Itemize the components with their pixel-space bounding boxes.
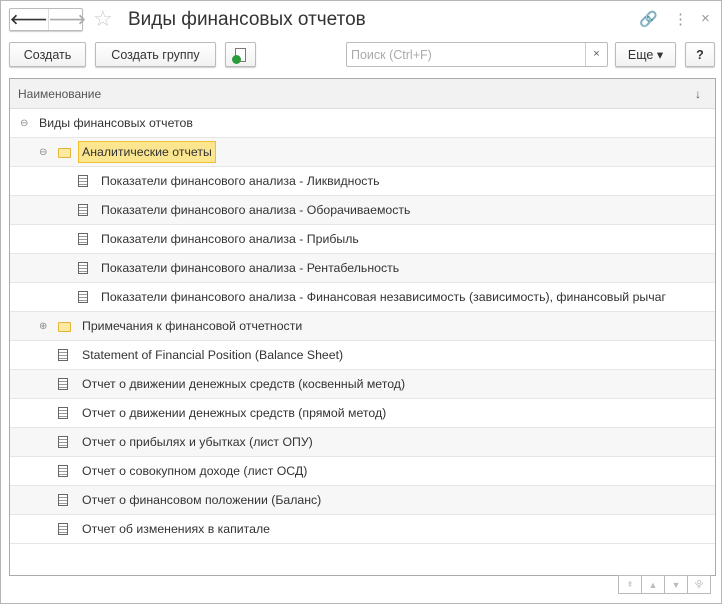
forward-button[interactable]: 🡒 xyxy=(47,9,86,30)
report-document-icon xyxy=(78,291,88,303)
row-label: Отчет о движении денежных средств (прямо… xyxy=(82,406,387,420)
tree-row[interactable]: Показатели финансового анализа - Финансо… xyxy=(10,283,715,312)
row-label: Показатели финансового анализа - Прибыль xyxy=(101,232,359,246)
row-label: Statement of Financial Position (Balance… xyxy=(82,348,344,362)
row-label: Отчет о совокупном доходе (лист ОСД) xyxy=(82,464,308,478)
more-button[interactable]: Еще ▾ xyxy=(615,42,676,67)
search-placeholder[interactable]: Поиск (Ctrl+F) xyxy=(347,43,585,66)
new-document-icon xyxy=(232,47,246,64)
tree-row[interactable]: ⊕ Примечания к финансовой отчетности xyxy=(10,312,715,341)
tree-row[interactable]: Statement of Financial Position (Balance… xyxy=(10,341,715,370)
tree-row[interactable]: Показатели финансового анализа - Оборачи… xyxy=(10,196,715,225)
scroll-first-button[interactable]: ⯒ xyxy=(618,575,642,594)
report-document-icon xyxy=(78,175,88,187)
tree-row[interactable]: Отчет об изменениях в капитале xyxy=(10,515,715,544)
sort-icon[interactable]: ↓ xyxy=(695,87,701,101)
more-actions-icon[interactable]: ⋮ xyxy=(673,10,688,28)
expand-icon[interactable]: ⊕ xyxy=(39,321,47,332)
scroll-up-button[interactable]: ▲ xyxy=(641,575,665,594)
report-document-icon xyxy=(58,494,68,506)
row-label: Отчет об изменениях в капитале xyxy=(82,522,271,536)
row-label: Показатели финансового анализа - Ликвидн… xyxy=(101,174,380,188)
tree-row[interactable]: ⊖ Виды финансовых отчетов xyxy=(10,109,715,138)
tree-row[interactable]: Показатели финансового анализа - Ликвидн… xyxy=(10,167,715,196)
column-header[interactable]: Наименование ↓ xyxy=(10,79,715,109)
report-document-icon xyxy=(58,349,68,361)
row-label: Отчет о прибылях и убытках (лист ОПУ) xyxy=(82,435,313,449)
tree-row[interactable]: Отчет о движении денежных средств (прямо… xyxy=(10,399,715,428)
page-title: Виды финансовых отчетов xyxy=(128,9,366,30)
row-label: Аналитические отчеты xyxy=(78,141,216,163)
reports-tree-table: Наименование ↓ ⊖ Виды финансовых отчетов ⊖… xyxy=(9,78,716,576)
tree-row[interactable]: Отчет о совокупном доходе (лист ОСД) xyxy=(10,457,715,486)
report-document-icon xyxy=(58,407,68,419)
report-document-icon xyxy=(58,523,68,535)
help-button[interactable]: ? xyxy=(685,42,715,67)
search-input[interactable]: Поиск (Ctrl+F) × xyxy=(346,42,608,67)
pager: ⯒ ▲ ▼ ⯓ xyxy=(618,575,711,594)
report-document-icon xyxy=(58,378,68,390)
window: 🡐 🡒 ☆ Виды финансовых отчетов 🔗 ⋮ × Созд… xyxy=(0,0,722,604)
row-label: Отчет о движении денежных средств (косве… xyxy=(82,377,406,391)
row-label: Показатели финансового анализа - Рентабе… xyxy=(101,261,400,275)
row-label: Виды финансовых отчетов xyxy=(39,116,193,130)
tree-row[interactable]: Отчет о движении денежных средств (косве… xyxy=(10,370,715,399)
search-clear-button[interactable]: × xyxy=(585,43,607,66)
folder-icon xyxy=(58,322,71,332)
collapse-icon[interactable]: ⊖ xyxy=(39,147,47,158)
create-button[interactable]: Создать xyxy=(9,42,86,67)
collapse-icon[interactable]: ⊖ xyxy=(20,118,28,129)
tree-row[interactable]: Показатели финансового анализа - Рентабе… xyxy=(10,254,715,283)
tree-row[interactable]: Показатели финансового анализа - Прибыль xyxy=(10,225,715,254)
report-document-icon xyxy=(58,436,68,448)
link-icon[interactable]: 🔗 xyxy=(639,10,658,28)
tree-row[interactable]: ⊖ Аналитические отчеты xyxy=(10,138,715,167)
column-name-label: Наименование xyxy=(18,86,102,101)
report-document-icon xyxy=(78,233,88,245)
tree-row[interactable]: Отчет о прибылях и убытках (лист ОПУ) xyxy=(10,428,715,457)
scroll-last-button[interactable]: ⯓ xyxy=(687,575,711,594)
row-label: Показатели финансового анализа - Оборачи… xyxy=(101,203,411,217)
report-document-icon xyxy=(58,465,68,477)
close-icon[interactable]: × xyxy=(701,10,710,27)
nav-buttons: 🡐 🡒 xyxy=(9,8,86,31)
row-label: Показатели финансового анализа - Финансо… xyxy=(101,290,666,304)
row-label: Примечания к финансовой отчетности xyxy=(82,319,303,333)
tree-row[interactable]: Отчет о финансовом положении (Баланс) xyxy=(10,486,715,515)
row-label: Отчет о финансовом положении (Баланс) xyxy=(82,493,322,507)
add-copy-button[interactable] xyxy=(225,42,256,67)
create-group-button[interactable]: Создать группу xyxy=(95,42,216,67)
scroll-down-button[interactable]: ▼ xyxy=(664,575,688,594)
back-button[interactable]: 🡐 xyxy=(10,9,48,30)
report-document-icon xyxy=(78,262,88,274)
favorite-star-icon[interactable]: ☆ xyxy=(93,6,113,32)
folder-icon xyxy=(58,148,71,158)
report-document-icon xyxy=(78,204,88,216)
